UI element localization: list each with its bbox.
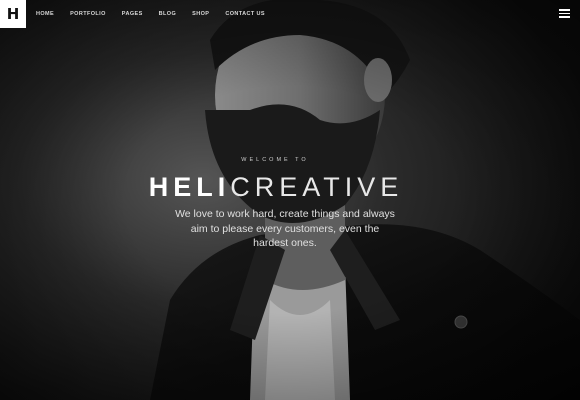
nav-item-portfolio[interactable]: PORTFOLIO (70, 11, 106, 17)
hero-headline-bold: HELI (148, 172, 231, 202)
hamburger-menu-icon[interactable] (559, 9, 570, 18)
nav-item-contact-us[interactable]: CONTACT US (225, 11, 265, 17)
hero-tagline: We love to work hard, create things and … (175, 208, 395, 249)
site-logo[interactable]: H (0, 0, 26, 28)
nav-item-home[interactable]: HOME (36, 11, 54, 17)
main-nav: HOME PORTFOLIO PAGES BLOG SHOP CONTACT U… (36, 0, 281, 28)
hero-welcome-text: WELCOME TO (241, 157, 309, 163)
nav-item-blog[interactable]: BLOG (159, 11, 177, 17)
nav-item-shop[interactable]: SHOP (192, 11, 209, 17)
nav-item-pages[interactable]: PAGES (122, 11, 143, 17)
hero-section: H HOME PORTFOLIO PAGES BLOG SHOP CONTACT… (0, 0, 580, 400)
hero-headline-light: CREATIVE (230, 172, 404, 202)
top-navigation-bar: H HOME PORTFOLIO PAGES BLOG SHOP CONTACT… (0, 0, 580, 28)
hero-headline: HELICREATIVE (0, 172, 552, 203)
